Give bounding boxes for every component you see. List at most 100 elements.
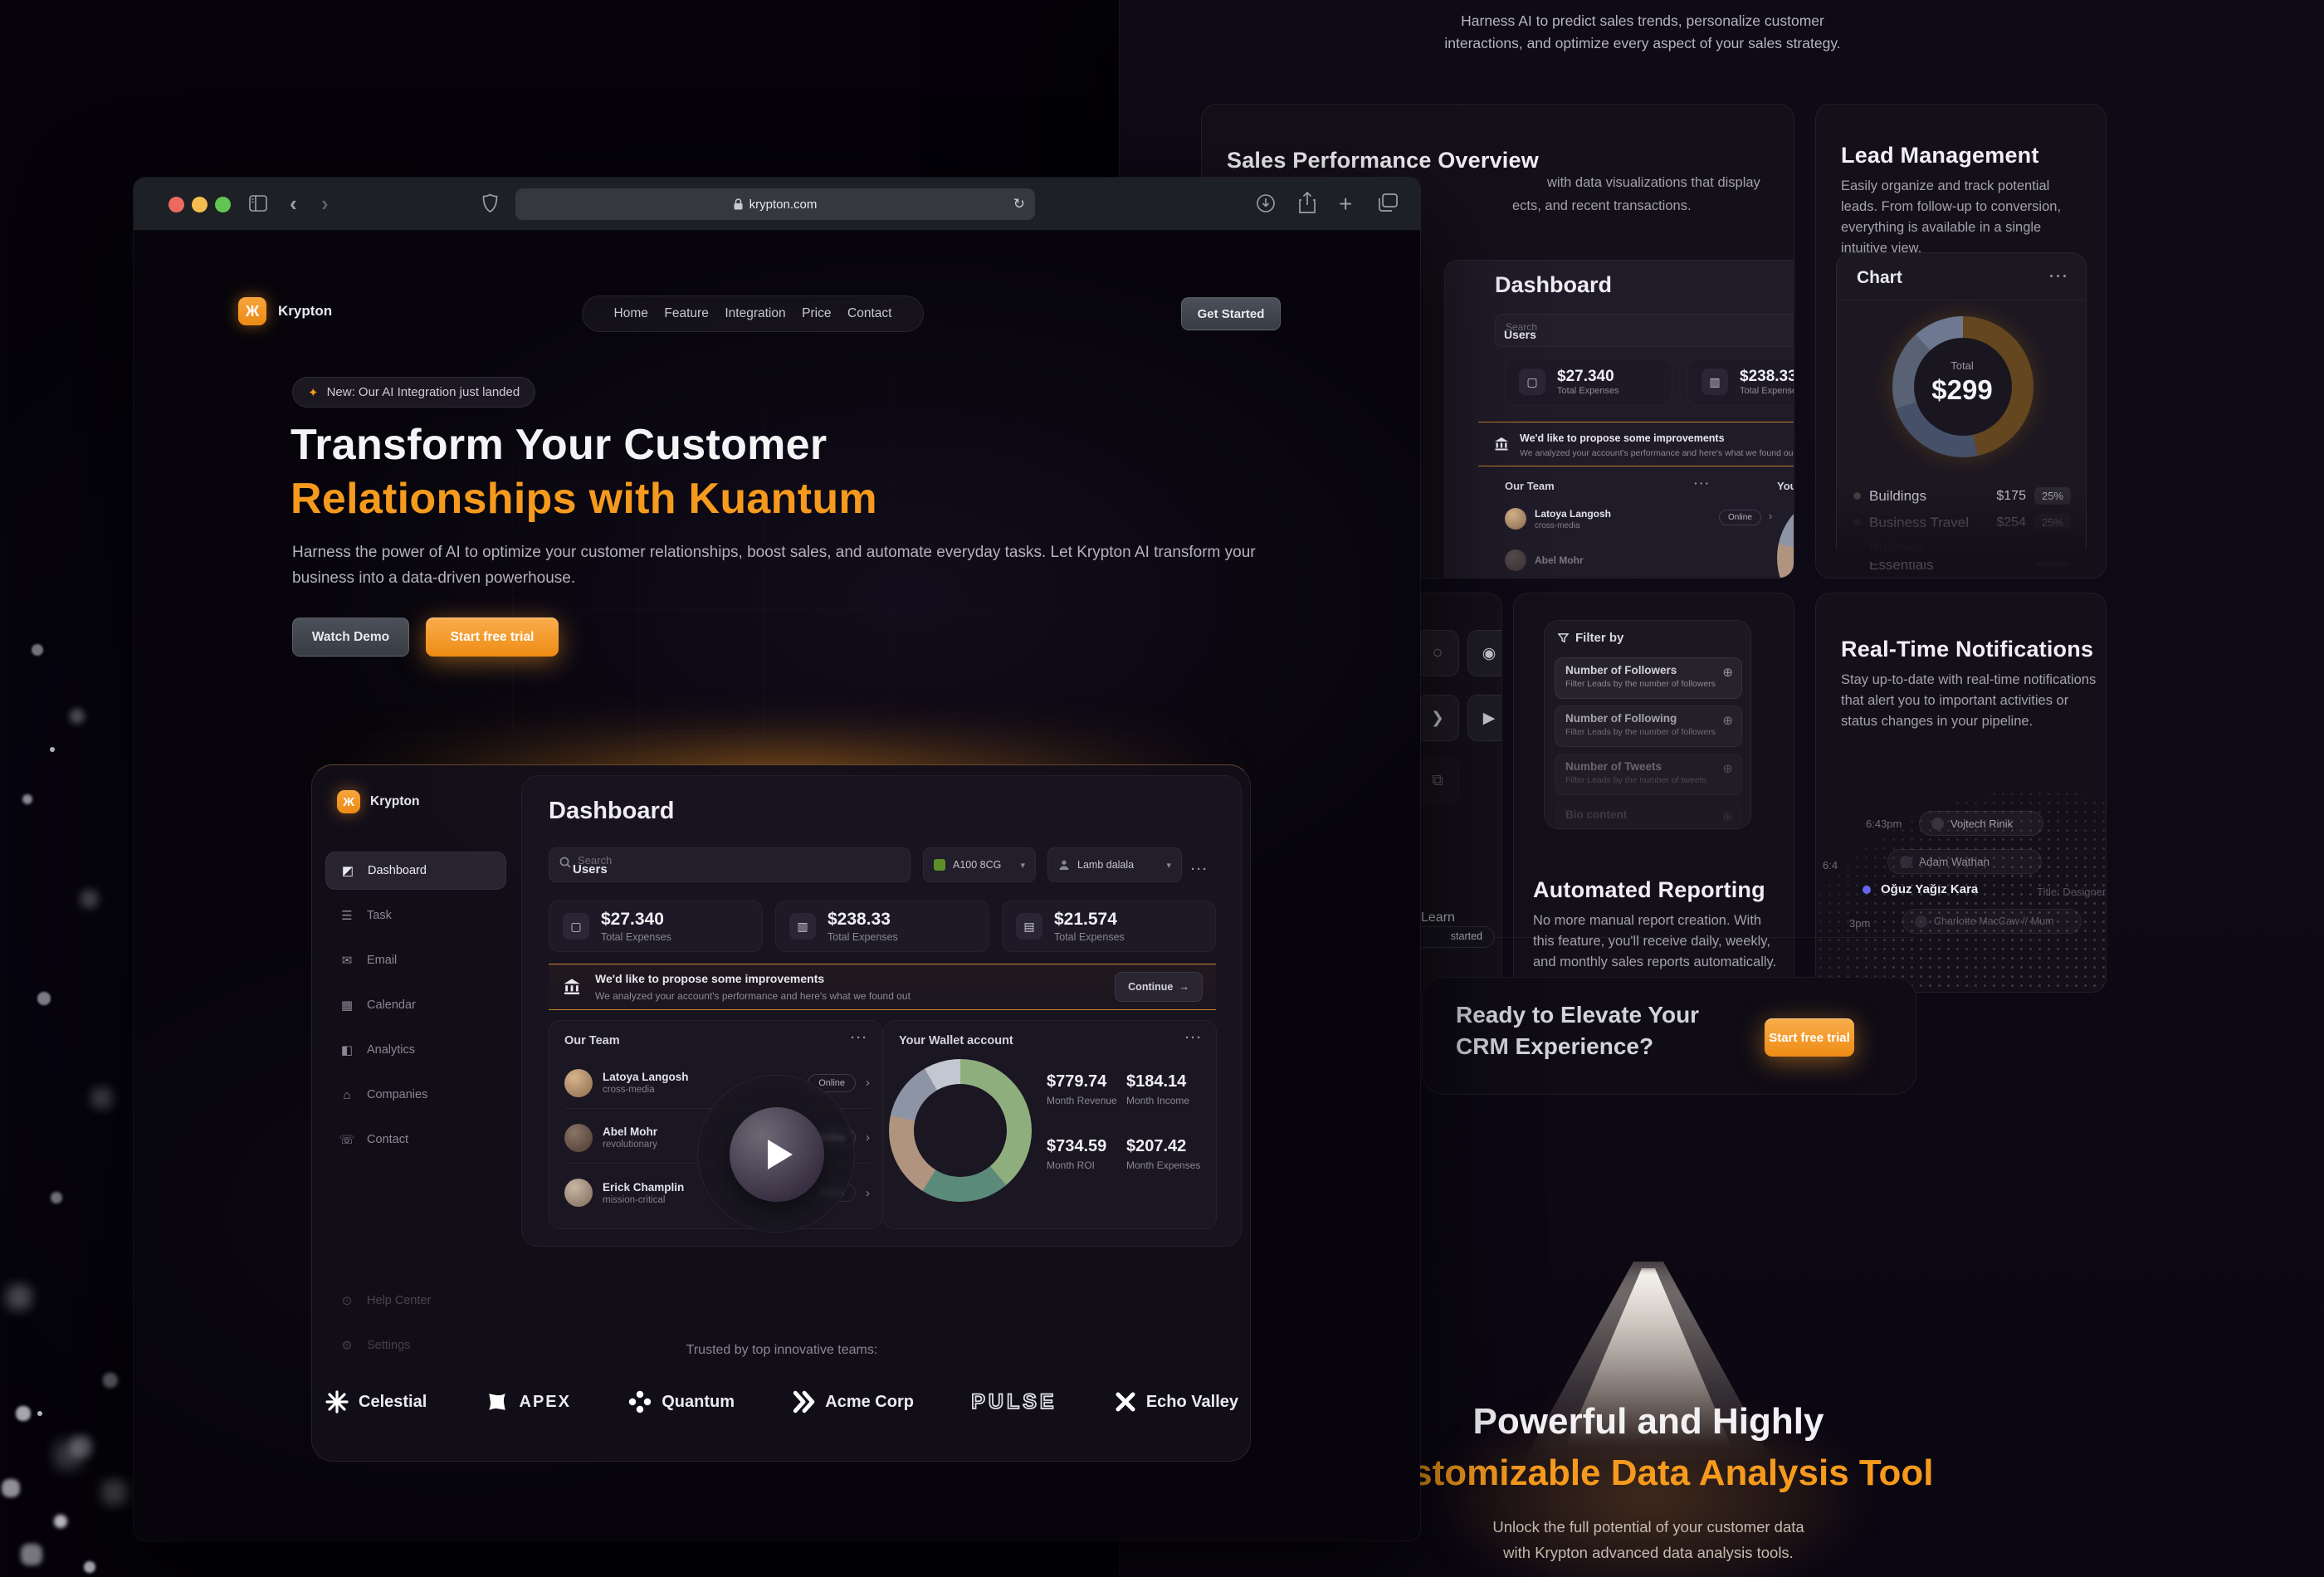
new-tab-icon[interactable]: +	[1339, 191, 1352, 217]
downloads-icon[interactable]	[1256, 193, 1276, 213]
mini-member-row-2[interactable]: Abel Mohr	[1505, 549, 1584, 571]
main-nav: Home Feature Integration Price Contact	[582, 295, 924, 332]
wallet-menu-icon[interactable]: ···	[1185, 1031, 1203, 1045]
mini-stat-1-label: Total Expenses	[1557, 386, 1619, 396]
automated-desc: No more manual report creation. With thi…	[1533, 913, 1777, 969]
stat-icon: ▢	[1519, 369, 1545, 395]
team-menu-icon[interactable]: ···	[851, 1031, 868, 1045]
chevron-tile-icon[interactable]: ❯	[1416, 695, 1459, 741]
continue-button[interactable]: Continue →	[1115, 972, 1203, 1002]
notification-pill[interactable]: Adam Wathan	[1887, 849, 2042, 874]
plus-circle-icon[interactable]: ⊕	[1722, 713, 1733, 728]
nav-contact[interactable]: Contact	[847, 306, 891, 321]
chart-menu-icon[interactable]: ···	[2049, 268, 2069, 286]
plus-circle-icon[interactable]: ⊕	[1722, 761, 1733, 776]
minimize-window-button[interactable]	[192, 197, 208, 212]
filter-item[interactable]: Number of Tweets Filter Leads by the num…	[1555, 754, 1742, 795]
dashboard-icon: ◩	[341, 864, 354, 878]
nav-feature[interactable]: Feature	[664, 306, 708, 321]
account-dropdown-label: Lamb dalala	[1077, 859, 1135, 871]
nav-home[interactable]: Home	[614, 306, 648, 321]
orbit-icon[interactable]: ◌	[1416, 630, 1459, 676]
mini-member-row[interactable]: Latoya Langosh cross-media	[1505, 506, 1611, 530]
forward-button[interactable]: ›	[321, 191, 329, 217]
nav-price[interactable]: Price	[802, 306, 831, 321]
video-play-overlay[interactable]	[697, 1075, 855, 1233]
fade-overlay	[1837, 486, 2086, 562]
get-started-button[interactable]: Get Started	[1181, 297, 1281, 330]
logo-apex: APEX	[485, 1389, 571, 1414]
notification-pill[interactable]: Charlotte MacCaw // Mum	[1902, 909, 2082, 934]
notification-name: Oğuz Yağız Kara	[1881, 882, 1979, 896]
mini-stat-2-label: Total Expenses	[1740, 386, 1794, 396]
avatar	[1505, 507, 1526, 530]
filter-item[interactable]: Bio content ⊕	[1555, 802, 1742, 830]
play-button[interactable]	[730, 1107, 824, 1202]
lead-card-desc: Easily organize and track potential lead…	[1841, 178, 2062, 256]
notifications-desc: Stay up-to-date with real-time notificat…	[1841, 672, 2097, 729]
sidebar-toggle-icon[interactable]	[248, 194, 268, 212]
back-button[interactable]: ‹	[290, 191, 297, 217]
stat-value: $238.33	[828, 910, 891, 929]
chevron-down-icon: ▾	[1166, 860, 1171, 871]
site-logo[interactable]: Ж Krypton	[238, 297, 332, 325]
nav-integration[interactable]: Integration	[725, 306, 785, 321]
mini-search-input[interactable]: Search Users	[1495, 314, 1794, 347]
metric-value: $779.74	[1047, 1072, 1107, 1091]
chevron-right-icon[interactable]: ›	[866, 1076, 870, 1090]
address-bar[interactable]: krypton.com ↻	[515, 188, 1035, 220]
chevron-right-icon[interactable]: ›	[1769, 510, 1772, 522]
sidebar-item-companies[interactable]: ⌂ Companies	[325, 1076, 506, 1114]
play-tile-icon[interactable]: ▶	[1467, 695, 1501, 741]
search-input[interactable]: Search Users	[549, 847, 911, 882]
share-icon[interactable]	[1297, 192, 1317, 214]
dashboard-main-panel: Dashboard Search Users A100 8CG ▾ Lamb d…	[521, 775, 1242, 1247]
gpu-dropdown-label: A100 8CG	[953, 859, 1002, 871]
notifications-card: Real-Time Notifications Stay up-to-date …	[1815, 593, 2107, 993]
analysis-section: Powerful and Highly Customizable Data An…	[1350, 1401, 1947, 1565]
account-dropdown[interactable]: Lamb dalala ▾	[1047, 847, 1182, 882]
sidebar-item-contact[interactable]: ☏ Contact	[325, 1120, 506, 1159]
circles-icon[interactable]: ◉	[1467, 630, 1501, 676]
sidebar-item-dashboard[interactable]: ◩ Dashboard	[325, 852, 506, 890]
lead-donut-total-value: $299	[1931, 374, 1993, 405]
reload-icon[interactable]: ↻	[1013, 196, 1025, 212]
sidebar-item-task[interactable]: ☰ Task	[325, 896, 506, 935]
cta-card: Ready to Elevate Your CRM Experience? St…	[1422, 977, 1916, 1095]
privacy-shield-icon[interactable]	[482, 193, 498, 213]
filter-panel: Filter by Number of Followers Filter Lea…	[1544, 620, 1751, 829]
logo-pulse: PULSE	[970, 1389, 1057, 1414]
sidebar-item-help-center[interactable]: ⊙ Help Center	[325, 1282, 506, 1320]
gpu-dropdown[interactable]: A100 8CG ▾	[923, 847, 1036, 882]
browser-chrome: ‹ › krypton.com ↻ +	[134, 178, 1420, 231]
zoom-window-button[interactable]	[215, 197, 231, 212]
chevron-right-icon[interactable]: ›	[866, 1186, 870, 1200]
mini-team-menu-icon[interactable]: ···	[1694, 476, 1711, 490]
krypton-logo-icon: Ж	[238, 297, 266, 325]
filter-item[interactable]: Number of Followers Filter Leads by the …	[1555, 657, 1742, 699]
notification-row-active[interactable]: Oğuz Yağız Kara	[1863, 882, 1978, 896]
close-window-button[interactable]	[168, 197, 184, 212]
row-menu-icon[interactable]: ···	[1191, 862, 1208, 876]
sales-card-desc-line1: with data visualizations that display	[1547, 175, 1760, 190]
watch-demo-button[interactable]: Watch Demo	[292, 618, 409, 657]
stat-tile-1: ▢ $27.340 Total Expenses	[549, 901, 763, 952]
tab-overview-icon[interactable]	[1377, 193, 1399, 212]
start-free-trial-button[interactable]: Start free trial	[426, 618, 559, 657]
plus-circle-icon[interactable]: ⊕	[1722, 665, 1733, 680]
person-icon	[1059, 860, 1069, 870]
plus-circle-icon[interactable]: ⊕	[1722, 809, 1733, 824]
sidebar-item-email[interactable]: ✉ Email	[325, 941, 506, 979]
lead-management-card: Lead Management Easily organize and trac…	[1815, 104, 2107, 579]
mini-stat-1-value: $27.340	[1557, 368, 1614, 385]
filter-item[interactable]: Number of Following Filter Leads by the …	[1555, 706, 1742, 747]
cta-start-trial-button[interactable]: Start free trial	[1765, 1018, 1854, 1057]
logo-label: Echo Valley	[1145, 1392, 1238, 1411]
layers-tile-icon[interactable]: ⧉	[1416, 758, 1459, 804]
chevron-right-icon[interactable]: ›	[866, 1130, 870, 1145]
sidebar-item-label: Companies	[367, 1088, 428, 1101]
sidebar-item-calendar[interactable]: ▦ Calendar	[325, 986, 506, 1024]
help-icon: ⊙	[341, 1294, 353, 1308]
sidebar-item-analytics[interactable]: ◧ Analytics	[325, 1031, 506, 1069]
notification-pill[interactable]: Vojtech Rinik	[1919, 811, 2043, 836]
